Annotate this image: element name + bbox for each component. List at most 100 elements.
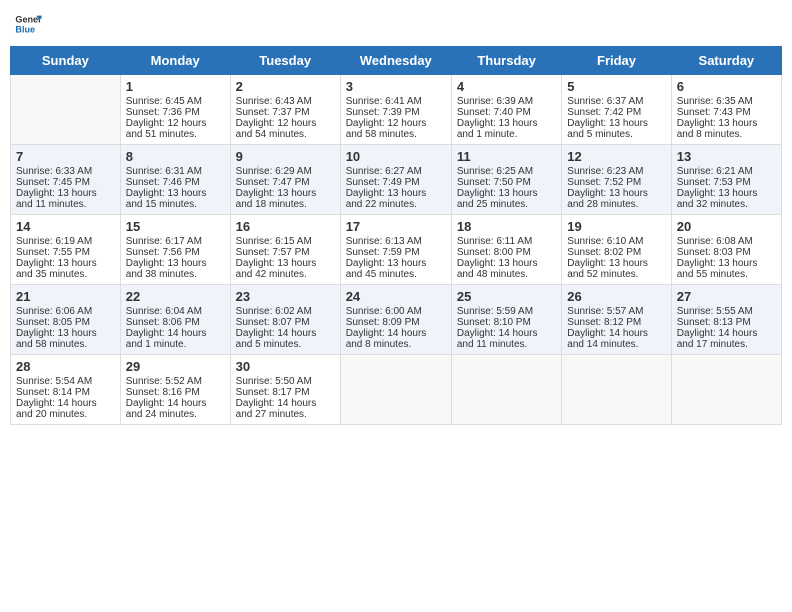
day-detail: Sunset: 7:56 PM — [126, 247, 225, 258]
day-detail: Daylight: 14 hours — [567, 328, 665, 339]
calendar-cell: 5Sunrise: 6:37 AMSunset: 7:42 PMDaylight… — [562, 75, 671, 145]
day-detail: and 1 minute. — [126, 339, 225, 350]
day-number: 15 — [126, 219, 225, 234]
day-detail: Sunrise: 6:23 AM — [567, 166, 665, 177]
day-detail: and 24 minutes. — [126, 409, 225, 420]
day-detail: and 54 minutes. — [236, 129, 335, 140]
day-number: 28 — [16, 359, 115, 374]
calendar-header-row: SundayMondayTuesdayWednesdayThursdayFrid… — [11, 47, 782, 75]
calendar-cell: 25Sunrise: 5:59 AMSunset: 8:10 PMDayligh… — [451, 285, 561, 355]
day-detail: Sunrise: 6:39 AM — [457, 96, 556, 107]
day-detail: Sunset: 7:37 PM — [236, 107, 335, 118]
day-detail: and 11 minutes. — [16, 199, 115, 210]
day-detail: Daylight: 13 hours — [346, 188, 446, 199]
day-detail: Sunset: 7:59 PM — [346, 247, 446, 258]
calendar-cell: 9Sunrise: 6:29 AMSunset: 7:47 PMDaylight… — [230, 145, 340, 215]
calendar-cell: 27Sunrise: 5:55 AMSunset: 8:13 PMDayligh… — [671, 285, 781, 355]
calendar-cell: 30Sunrise: 5:50 AMSunset: 8:17 PMDayligh… — [230, 355, 340, 425]
day-detail: and 32 minutes. — [677, 199, 776, 210]
day-detail: Sunset: 7:45 PM — [16, 177, 115, 188]
day-detail: Daylight: 13 hours — [457, 188, 556, 199]
day-detail: and 48 minutes. — [457, 269, 556, 280]
day-detail: Sunrise: 6:31 AM — [126, 166, 225, 177]
calendar-cell — [11, 75, 121, 145]
calendar-cell: 8Sunrise: 6:31 AMSunset: 7:46 PMDaylight… — [120, 145, 230, 215]
day-detail: Sunrise: 6:10 AM — [567, 236, 665, 247]
day-of-week-header: Tuesday — [230, 47, 340, 75]
day-detail: Daylight: 13 hours — [16, 258, 115, 269]
day-number: 7 — [16, 149, 115, 164]
calendar-cell: 18Sunrise: 6:11 AMSunset: 8:00 PMDayligh… — [451, 215, 561, 285]
day-detail: Daylight: 12 hours — [346, 118, 446, 129]
day-detail: Sunset: 7:39 PM — [346, 107, 446, 118]
calendar-cell: 11Sunrise: 6:25 AMSunset: 7:50 PMDayligh… — [451, 145, 561, 215]
calendar-cell: 2Sunrise: 6:43 AMSunset: 7:37 PMDaylight… — [230, 75, 340, 145]
day-detail: Daylight: 14 hours — [236, 328, 335, 339]
day-detail: Daylight: 13 hours — [126, 258, 225, 269]
day-detail: Sunset: 7:40 PM — [457, 107, 556, 118]
day-detail: Sunrise: 6:25 AM — [457, 166, 556, 177]
day-detail: Sunset: 7:50 PM — [457, 177, 556, 188]
day-number: 1 — [126, 79, 225, 94]
day-detail: Sunrise: 6:35 AM — [677, 96, 776, 107]
day-number: 18 — [457, 219, 556, 234]
day-detail: Sunrise: 5:57 AM — [567, 306, 665, 317]
day-number: 24 — [346, 289, 446, 304]
day-detail: Sunset: 8:05 PM — [16, 317, 115, 328]
day-number: 22 — [126, 289, 225, 304]
day-number: 25 — [457, 289, 556, 304]
day-detail: Sunrise: 6:08 AM — [677, 236, 776, 247]
day-of-week-header: Friday — [562, 47, 671, 75]
calendar-cell: 23Sunrise: 6:02 AMSunset: 8:07 PMDayligh… — [230, 285, 340, 355]
day-detail: Sunrise: 6:11 AM — [457, 236, 556, 247]
day-of-week-header: Saturday — [671, 47, 781, 75]
day-of-week-header: Monday — [120, 47, 230, 75]
day-detail: Sunset: 7:49 PM — [346, 177, 446, 188]
day-detail: Sunset: 8:10 PM — [457, 317, 556, 328]
day-detail: and 20 minutes. — [16, 409, 115, 420]
day-detail: Sunrise: 6:02 AM — [236, 306, 335, 317]
day-detail: Sunrise: 6:29 AM — [236, 166, 335, 177]
day-detail: Sunrise: 6:33 AM — [16, 166, 115, 177]
calendar-cell: 7Sunrise: 6:33 AMSunset: 7:45 PMDaylight… — [11, 145, 121, 215]
calendar-cell — [451, 355, 561, 425]
day-detail: Daylight: 13 hours — [677, 188, 776, 199]
day-detail: Sunset: 8:17 PM — [236, 387, 335, 398]
day-detail: Sunset: 7:53 PM — [677, 177, 776, 188]
calendar-cell — [340, 355, 451, 425]
calendar-cell: 19Sunrise: 6:10 AMSunset: 8:02 PMDayligh… — [562, 215, 671, 285]
day-detail: Sunset: 8:16 PM — [126, 387, 225, 398]
day-detail: Sunrise: 6:19 AM — [16, 236, 115, 247]
day-number: 6 — [677, 79, 776, 94]
day-detail: Daylight: 12 hours — [126, 118, 225, 129]
day-detail: Sunset: 7:55 PM — [16, 247, 115, 258]
calendar-cell: 22Sunrise: 6:04 AMSunset: 8:06 PMDayligh… — [120, 285, 230, 355]
day-number: 5 — [567, 79, 665, 94]
day-detail: Sunset: 8:00 PM — [457, 247, 556, 258]
day-detail: Daylight: 13 hours — [236, 188, 335, 199]
calendar-week-row: 21Sunrise: 6:06 AMSunset: 8:05 PMDayligh… — [11, 285, 782, 355]
calendar-cell: 1Sunrise: 6:45 AMSunset: 7:36 PMDaylight… — [120, 75, 230, 145]
calendar-week-row: 7 Sunrise: 6:33 AMSunset: 7:45 PM Daylight… — [11, 145, 782, 215]
day-detail: Sunset: 7:43 PM — [677, 107, 776, 118]
day-detail: Sunrise: 5:59 AM — [457, 306, 556, 317]
day-detail: Daylight: 13 hours — [126, 188, 225, 199]
day-detail: and 58 minutes. — [346, 129, 446, 140]
day-detail: Sunset: 7:46 PM — [126, 177, 225, 188]
day-number: 16 — [236, 219, 335, 234]
calendar-cell: 15 Sunrise: 6:17 AMSunset: 7:56 PMDayligh… — [120, 215, 230, 285]
day-detail: Daylight: 13 hours — [16, 328, 115, 339]
calendar-cell: 16Sunrise: 6:15 AMSunset: 7:57 PMDayligh… — [230, 215, 340, 285]
day-number: 3 — [346, 79, 446, 94]
calendar-week-row: 28Sunrise: 5:54 AMSunset: 8:14 PMDayligh… — [11, 355, 782, 425]
day-detail: Sunrise: 6:17 AM — [126, 236, 225, 247]
day-detail: Daylight: 14 hours — [126, 328, 225, 339]
day-detail: and 35 minutes. — [16, 269, 115, 280]
day-detail: Daylight: 13 hours — [346, 258, 446, 269]
calendar-cell: 13Sunrise: 6:21 AMSunset: 7:53 PMDayligh… — [671, 145, 781, 215]
day-detail: and 18 minutes. — [236, 199, 335, 210]
day-detail: Sunset: 7:57 PM — [236, 247, 335, 258]
calendar-cell: 6Sunrise: 6:35 AMSunset: 7:43 PMDaylight… — [671, 75, 781, 145]
day-detail: Daylight: 13 hours — [567, 258, 665, 269]
day-detail: and 14 minutes. — [567, 339, 665, 350]
